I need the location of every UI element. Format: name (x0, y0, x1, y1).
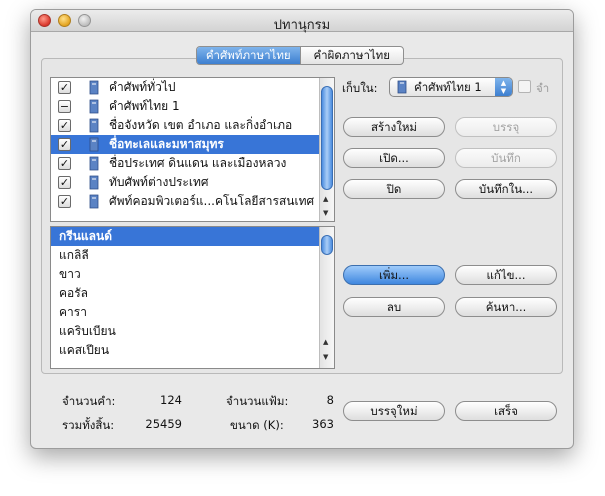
dictionary-row[interactable]: ✓ ชื่อจังหวัด เขต อำเภอ และกิ่งอำเภอ (51, 116, 334, 135)
dictionary-row[interactable]: − คำศัพท์ไทย 1 (51, 97, 334, 116)
save-button[interactable]: บันทึก (455, 148, 557, 168)
close-button[interactable]: ปิด (343, 179, 445, 199)
dictionary-book-icon (89, 118, 99, 133)
save-as-button[interactable]: บันทึกใน... (455, 179, 557, 199)
total-label: รวมทั้งสิ้น: (62, 418, 115, 432)
scroll-down-arrow-icon[interactable]: ▼ (323, 353, 328, 361)
dictionary-name: ชื่อจังหวัด เขต อำเภอ และกิ่งอำเภอ (109, 118, 293, 132)
tab-thai-words[interactable]: คำศัพท์ภาษาไทย (197, 47, 300, 64)
scroll-up-arrow-icon[interactable]: ▲ (323, 195, 328, 203)
dictionary-book-icon (89, 99, 99, 114)
word-row[interactable]: แคสเปียน (51, 341, 334, 360)
dictionary-name: ศัพท์คอมพิวเตอร์แ...คโนโลยีสารสนเทศ (109, 194, 315, 208)
size-value: 363 (312, 417, 334, 431)
dictionary-enabled-checkbox[interactable]: ✓ (58, 138, 71, 151)
dictionary-name: ชื่อประเทศ ดินแดน และเมืองหลวง (109, 156, 287, 170)
dictionary-book-icon (89, 194, 99, 209)
dictionary-list-scrollbar[interactable]: ▲ ▼ (319, 78, 334, 221)
open-button[interactable]: เปิด... (343, 148, 445, 168)
dictionary-row[interactable]: ✓ ศัพท์คอมพิวเตอร์แ...คโนโลยีสารสนเทศ (51, 192, 334, 211)
dictionary-enabled-checkbox[interactable]: ✓ (58, 157, 71, 170)
save-in-popup[interactable]: คำศัพท์ไทย 1 ▲ ▼ (389, 77, 513, 97)
dictionary-list[interactable]: ✓ คำศัพท์ทั่วไป − คำศัพท์ไทย 1 ✓ ชื่อจังหวัด … (50, 77, 335, 222)
window-title: ปทานุกรม (273, 18, 331, 33)
dictionary-enabled-checkbox[interactable]: ✓ (58, 81, 71, 94)
dictionary-enabled-checkbox[interactable]: ✓ (58, 176, 71, 189)
size-label: ขนาด (K): (230, 418, 284, 432)
total-value: 25459 (145, 417, 182, 431)
word-row[interactable]: แคริบเบียน (51, 322, 334, 341)
scroll-thumb[interactable] (321, 86, 333, 190)
dictionary-name: ทับศัพท์ต่างประเทศ (109, 175, 209, 189)
dictionary-row[interactable]: ✓ ทับศัพท์ต่างประเทศ (51, 173, 334, 192)
remember-checkbox[interactable] (518, 80, 531, 93)
search-button[interactable]: ค้นหา... (455, 297, 557, 317)
dictionary-book-icon (397, 80, 407, 94)
dictionary-enabled-checkbox[interactable]: ✓ (58, 195, 71, 208)
dictionary-name: คำศัพท์ทั่วไป (109, 80, 176, 94)
file-count-value: 8 (326, 393, 334, 407)
tab-control: คำศัพท์ภาษาไทย คำผิดภาษาไทย (196, 46, 404, 65)
dictionary-book-icon (89, 137, 99, 152)
word-row[interactable]: คอรัล (51, 284, 334, 303)
new-button[interactable]: สร้างใหม่ (343, 117, 445, 137)
word-row[interactable]: คารา (51, 303, 334, 322)
dictionary-book-icon (89, 175, 99, 190)
title-bar[interactable]: ปทานุกรม (31, 10, 573, 33)
popup-arrows-icon: ▲ ▼ (495, 78, 512, 96)
delete-button[interactable]: ลบ (343, 297, 445, 317)
word-row[interactable]: ขาว (51, 265, 334, 284)
dictionary-row[interactable]: ✓ ชื่อประเทศ ดินแดน และเมืองหลวง (51, 154, 334, 173)
dictionary-row[interactable]: ✓ คำศัพท์ทั่วไป (51, 78, 334, 97)
word-count-value: 124 (160, 393, 182, 407)
dictionary-enabled-checkbox[interactable]: − (58, 100, 71, 113)
load-button[interactable]: บรรจุ (455, 117, 557, 137)
dictionary-name: คำศัพท์ไทย 1 (109, 99, 180, 113)
save-in-label: เก็บใน: (342, 81, 378, 95)
scroll-thumb[interactable] (321, 235, 333, 255)
file-count-label: จำนวนแฟ้ม: (226, 394, 289, 408)
dictionary-row[interactable]: ✓ ชื่อทะเลและมหาสมุทร (51, 135, 334, 154)
done-button[interactable]: เสร็จ (455, 401, 557, 421)
reload-button[interactable]: บรรจุใหม่ (343, 401, 445, 421)
dictionary-enabled-checkbox[interactable]: ✓ (58, 119, 71, 132)
scroll-down-arrow-icon[interactable]: ▼ (323, 209, 328, 217)
tab-thai-misspellings[interactable]: คำผิดภาษาไทย (299, 47, 404, 64)
scroll-up-arrow-icon[interactable]: ▲ (323, 338, 328, 346)
word-row[interactable]: กรีนแลนด์ (51, 227, 334, 246)
edit-button[interactable]: แก้ไข... (455, 265, 557, 285)
dictionary-book-icon (89, 80, 99, 95)
save-in-value: คำศัพท์ไทย 1 (414, 80, 482, 94)
dictionary-book-icon (89, 156, 99, 171)
dictionary-name: ชื่อทะเลและมหาสมุทร (109, 137, 224, 151)
word-list[interactable]: กรีนแลนด์ แกลิลี ขาว คอรัล คารา แคริบเบียน แคส… (50, 226, 335, 369)
word-count-label: จำนวนคำ: (62, 394, 116, 408)
word-list-scrollbar[interactable]: ▲ ▼ (319, 227, 334, 368)
remember-label: จำ (536, 81, 550, 95)
add-button[interactable]: เพิ่ม... (343, 265, 445, 285)
word-row[interactable]: แกลิลี (51, 246, 334, 265)
